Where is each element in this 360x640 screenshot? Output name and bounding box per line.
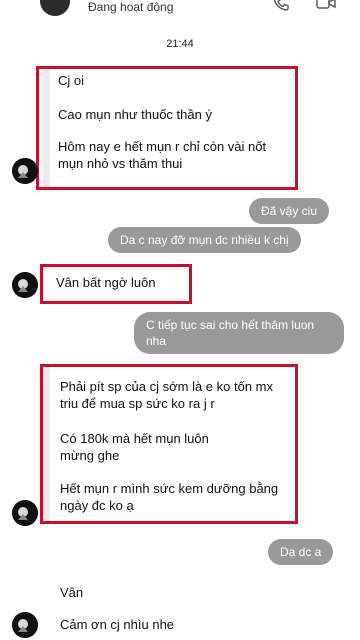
incoming-message: Cao mụn như thuốc thần ý <box>58 106 290 123</box>
message-text: Hết mụn r mình sức kem dưỡng bằng ngày đ… <box>60 481 279 513</box>
outgoing-message: Da c nay đỡ mụn đc nhiều k chị <box>108 227 301 253</box>
message-text: Vân <box>60 585 84 600</box>
phone-icon[interactable] <box>272 0 290 12</box>
active-status: Đang hoạt động <box>88 0 174 14</box>
message-timestamp: 21:44 <box>166 38 194 50</box>
chat-header: Đang hoạt động <box>0 0 360 18</box>
message-text: Phải pít sp của cj sớm là e ko tốn mx tr… <box>60 379 274 411</box>
incoming-message: Vân <box>60 584 160 601</box>
incoming-message: Cảm ơn cj nhìu nhe <box>60 616 260 633</box>
outgoing-message: Đã vậy ciu <box>249 198 330 224</box>
incoming-message: Hôm nay e hết mụn r chỉ còn vài nốt mụn … <box>58 138 290 172</box>
video-call-icon[interactable] <box>316 0 336 12</box>
incoming-message: Hết mụn r mình sức kem dưỡng bằng ngày đ… <box>60 480 292 514</box>
outgoing-message: C tiếp tục sai cho hết thâm luon nha <box>134 312 344 354</box>
message-text: Vân bất ngờ luôn <box>56 275 156 290</box>
sender-avatar[interactable] <box>12 500 38 526</box>
message-text: Có 180k mà hết mụn luôn mừng ghe <box>60 431 209 463</box>
outgoing-message: Dạ dc a <box>268 539 334 565</box>
sender-avatar[interactable] <box>12 158 38 184</box>
incoming-message: Vân bất ngờ luôn <box>56 274 186 291</box>
contact-avatar[interactable] <box>40 0 70 16</box>
incoming-message: Có 180k mà hết mụn luôn mừng ghe <box>60 430 240 464</box>
message-text: Cảm ơn cj nhìu nhe <box>60 617 175 632</box>
sender-avatar[interactable] <box>12 612 38 638</box>
incoming-message: Cj oi <box>58 72 290 89</box>
sender-avatar[interactable] <box>12 272 38 298</box>
message-text: Cj oi <box>58 73 85 88</box>
incoming-message: Phải pít sp của cj sớm là e ko tốn mx tr… <box>60 378 292 412</box>
message-text: Hôm nay e hết mụn r chỉ còn vài nốt mụn … <box>58 139 267 171</box>
message-text: Cao mụn như thuốc thần ý <box>58 107 212 122</box>
